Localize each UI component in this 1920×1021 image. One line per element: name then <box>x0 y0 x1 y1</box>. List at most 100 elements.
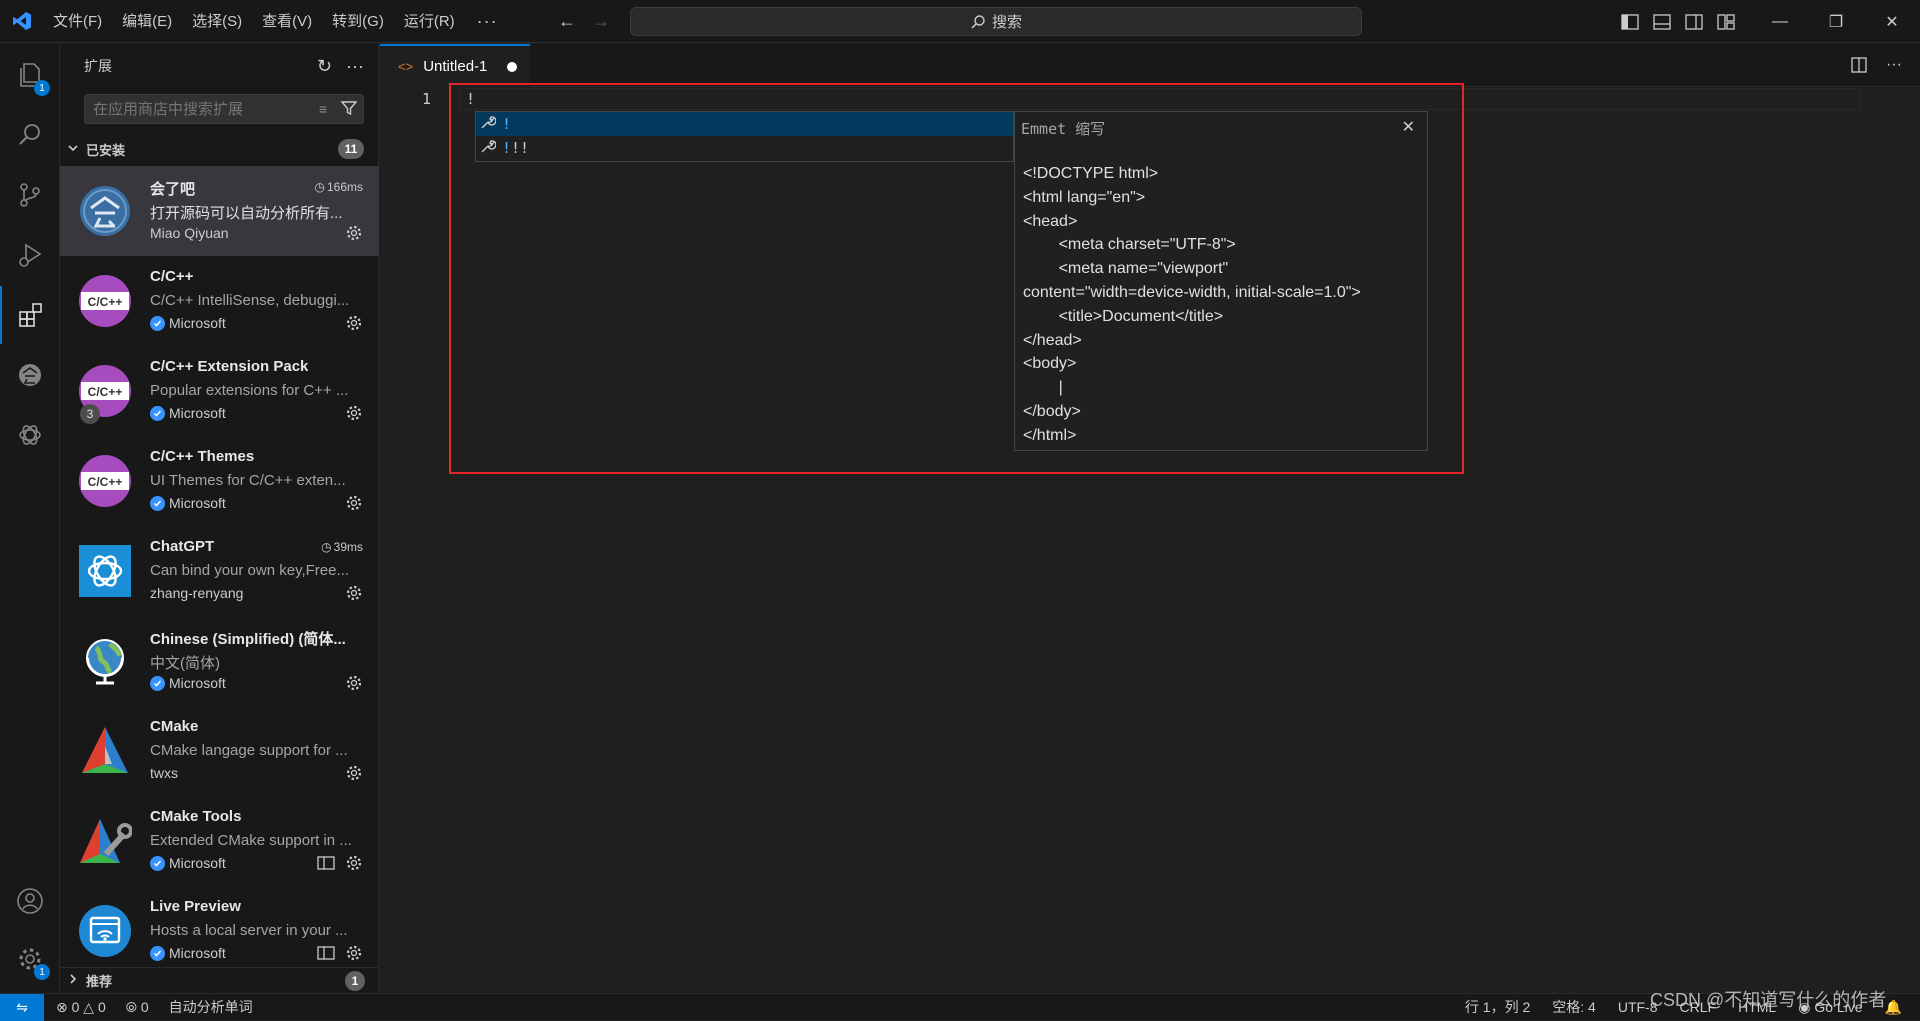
extension-pack-count-badge: 3 <box>80 404 100 424</box>
suggestion-item[interactable]: !!! <box>476 136 1013 160</box>
clear-filter-icon[interactable]: ≡ <box>319 101 327 117</box>
manage-extension-gear-icon[interactable] <box>345 764 363 787</box>
menu-file[interactable]: 文件(F) <box>43 0 112 43</box>
verified-badge-icon <box>150 675 165 691</box>
more-editor-actions-icon[interactable]: ··· <box>1886 56 1902 79</box>
extension-name: CMake <box>150 718 199 735</box>
notifications-bell-icon[interactable]: 🔔 <box>1885 999 1902 1016</box>
extension-description: Hosts a local server in your ... <box>150 922 348 939</box>
remote-indicator-icon[interactable]: ⇋ <box>0 993 44 1021</box>
indentation[interactable]: 空格: 4 <box>1552 997 1596 1017</box>
manage-extension-gear-icon[interactable] <box>345 854 363 877</box>
extension-publisher: Microsoft <box>150 945 226 961</box>
tab-title: Untitled-1 <box>423 58 488 75</box>
manage-extension-gear-icon[interactable] <box>345 944 363 967</box>
toggle-secondary-sidebar-icon[interactable] <box>1684 12 1704 32</box>
chatgpt-icon <box>78 544 132 598</box>
extension-item[interactable]: C/C++ C/C++ C/C++ IntelliSense, debuggi.… <box>60 256 379 346</box>
minimize-icon[interactable]: — <box>1752 0 1808 43</box>
activation-time: ◷ 166ms <box>314 180 363 194</box>
recommended-section-header[interactable]: 推荐 1 <box>60 967 379 993</box>
manage-gear-icon[interactable]: 1 <box>0 930 60 988</box>
chevron-down-icon <box>66 141 82 158</box>
suggestion-details-panel: Emmet 缩写 ✕ <!DOCTYPE html> <html lang="e… <box>1014 111 1428 451</box>
extension-publisher: Microsoft <box>150 495 226 511</box>
suggestion-rest: !! <box>511 139 530 157</box>
extension-item[interactable]: C/C++ C/C++ Themes UI Themes for C/C++ e… <box>60 436 379 526</box>
globe-icon <box>78 634 132 688</box>
window-controls: — ❐ ✕ <box>1752 0 1920 43</box>
restore-icon[interactable]: ❐ <box>1808 0 1864 43</box>
extension-item[interactable]: C/C++ 3 C/C++ Extension Pack Popular ext… <box>60 346 379 436</box>
extension-item[interactable]: Chinese (Simplified) (简体... 中文(简体) Micro… <box>60 616 379 706</box>
wrench-icon <box>480 138 497 158</box>
ports-indicator[interactable]: ⦾ 0 <box>126 999 149 1016</box>
menu-run[interactable]: 运行(R) <box>394 0 465 43</box>
activity-bar: 1 1 <box>0 44 60 993</box>
manage-extension-gear-icon[interactable] <box>345 674 363 697</box>
forward-arrow-icon[interactable]: → <box>592 11 610 32</box>
close-icon[interactable]: ✕ <box>1402 117 1415 137</box>
explorer-icon[interactable]: 1 <box>0 46 60 104</box>
extension-item[interactable]: ChatGPT ◷ 39ms Can bind your own key,Free… <box>60 526 379 616</box>
refresh-icon[interactable]: ↻ <box>317 56 332 77</box>
extension-item[interactable]: CMake CMake langage support for ... twxs <box>60 706 379 796</box>
menu-more[interactable]: ··· <box>465 0 510 43</box>
unsaved-dot-icon[interactable] <box>507 61 518 72</box>
huileba-activity-icon[interactable] <box>0 346 60 404</box>
extension-item[interactable]: Live Preview Hosts a local server in you… <box>60 886 379 976</box>
search-label: 搜索 <box>991 14 1022 31</box>
cursor-position[interactable]: 行 1，列 2 <box>1465 997 1530 1017</box>
chevron-right-icon <box>66 972 82 989</box>
extension-publisher: Microsoft <box>150 315 226 331</box>
accounts-icon[interactable] <box>0 872 60 930</box>
chatgpt-activity-icon[interactable] <box>0 406 60 464</box>
cmake-icon <box>78 724 132 778</box>
menu-view[interactable]: 查看(V) <box>252 0 322 43</box>
menu-edit[interactable]: 编辑(E) <box>112 0 182 43</box>
extension-item[interactable]: 会了吧 ◷ 166ms 打开源码可以自动分析所有... Miao Qiyuan <box>60 166 379 256</box>
installed-section-header[interactable]: 已安装 11 <box>60 136 378 162</box>
menu-selection[interactable]: 选择(S) <box>182 0 252 43</box>
extension-name: 会了吧 <box>150 181 196 198</box>
vscode-logo-icon <box>0 0 43 43</box>
manage-extension-gear-icon[interactable] <box>345 494 363 517</box>
suggestion-item[interactable]: ! <box>476 112 1013 136</box>
extension-name: C/C++ Themes <box>150 448 255 465</box>
manage-extension-gear-icon[interactable] <box>345 404 363 427</box>
extension-description: UI Themes for C/C++ exten... <box>150 472 346 489</box>
customize-layout-icon[interactable] <box>1716 12 1736 32</box>
extension-search-input[interactable] <box>85 95 305 123</box>
more-actions-icon[interactable]: ··· <box>346 56 364 77</box>
extension-item[interactable]: CMake Tools Extended CMake support in ..… <box>60 796 379 886</box>
back-arrow-icon[interactable]: ← <box>558 11 576 32</box>
manage-extension-gear-icon[interactable] <box>345 224 363 247</box>
details-code-preview: <!DOCTYPE html> <html lang="en"> <head> … <box>1023 165 1361 444</box>
close-window-icon[interactable]: ✕ <box>1864 0 1920 43</box>
manage-extension-gear-icon[interactable] <box>345 314 363 337</box>
preview-layout-icon[interactable] <box>317 946 335 965</box>
installed-count: 11 <box>338 139 364 159</box>
toggle-panel-icon[interactable] <box>1652 12 1672 32</box>
command-center-search[interactable]: 搜索 <box>630 7 1362 36</box>
extensions-icon[interactable] <box>0 286 60 344</box>
run-debug-icon[interactable] <box>0 226 60 284</box>
suggestion-match: ! <box>502 115 512 133</box>
activation-time: ◷ 39ms <box>321 540 363 554</box>
extension-name: C/C++ <box>150 268 194 285</box>
search-view-icon[interactable] <box>0 106 60 164</box>
manage-extension-gear-icon[interactable] <box>345 584 363 607</box>
huileba-icon <box>78 184 132 238</box>
toggle-primary-sidebar-icon[interactable] <box>1620 12 1640 32</box>
html-file-icon: <> <box>398 59 414 74</box>
menu-go[interactable]: 转到(G) <box>322 0 394 43</box>
split-editor-icon[interactable] <box>1850 56 1868 79</box>
preview-layout-icon[interactable] <box>317 856 335 875</box>
tab-untitled-1[interactable]: <> Untitled-1 <box>380 44 530 87</box>
layout-controls <box>1620 0 1736 43</box>
source-control-icon[interactable] <box>0 166 60 224</box>
analyze-words-button[interactable]: 自动分析单词 <box>169 997 253 1017</box>
filter-icon[interactable] <box>339 98 359 123</box>
extension-list: 会了吧 ◷ 166ms 打开源码可以自动分析所有... Miao Qiyuan C… <box>60 166 379 976</box>
problems-indicator[interactable]: ⊗ 0 △ 0 <box>56 999 106 1016</box>
